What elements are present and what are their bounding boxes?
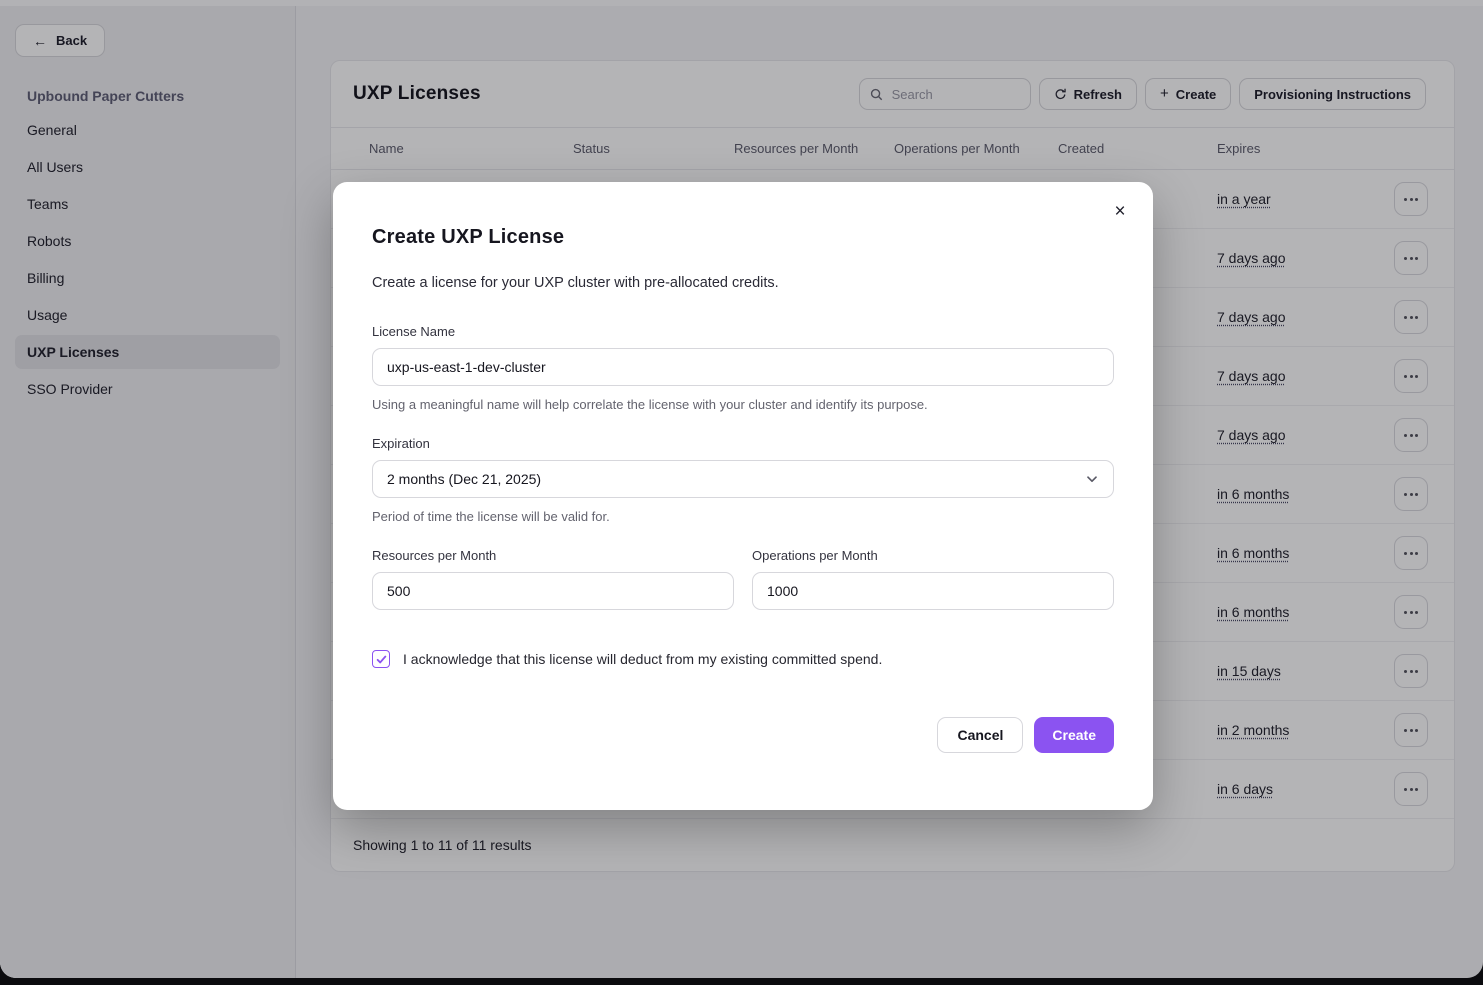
operations-per-month-input[interactable] bbox=[752, 572, 1114, 610]
acknowledge-row: I acknowledge that this license will ded… bbox=[372, 650, 1114, 668]
modal-description: Create a license for your UXP cluster wi… bbox=[372, 275, 1114, 291]
check-icon bbox=[376, 654, 387, 665]
resources-per-month-label: Resources per Month bbox=[372, 548, 734, 563]
expiration-select[interactable]: 2 months (Dec 21, 2025) bbox=[372, 460, 1114, 498]
acknowledge-checkbox[interactable] bbox=[372, 650, 390, 668]
operations-per-month-label: Operations per Month bbox=[752, 548, 1114, 563]
license-name-input[interactable] bbox=[372, 348, 1114, 386]
acknowledge-label: I acknowledge that this license will ded… bbox=[403, 651, 882, 667]
license-name-label: License Name bbox=[372, 324, 1114, 339]
modal-actions: Cancel Create bbox=[372, 717, 1114, 753]
close-icon: × bbox=[1114, 201, 1125, 222]
app-window: ← Back Upbound Paper Cutters General All… bbox=[0, 0, 1483, 978]
close-button[interactable]: × bbox=[1105, 196, 1135, 226]
cancel-button[interactable]: Cancel bbox=[937, 717, 1023, 753]
expiration-helper: Period of time the license will be valid… bbox=[372, 509, 1114, 524]
chevron-down-icon bbox=[1085, 472, 1099, 486]
modal-title: Create UXP License bbox=[372, 226, 1114, 249]
expiration-selected-value: 2 months (Dec 21, 2025) bbox=[387, 471, 541, 487]
expiration-label: Expiration bbox=[372, 436, 1114, 451]
modal-create-button[interactable]: Create bbox=[1034, 717, 1114, 753]
resources-per-month-input[interactable] bbox=[372, 572, 734, 610]
license-name-helper: Using a meaningful name will help correl… bbox=[372, 397, 1114, 412]
create-license-modal: × Create UXP License Create a license fo… bbox=[333, 182, 1153, 810]
